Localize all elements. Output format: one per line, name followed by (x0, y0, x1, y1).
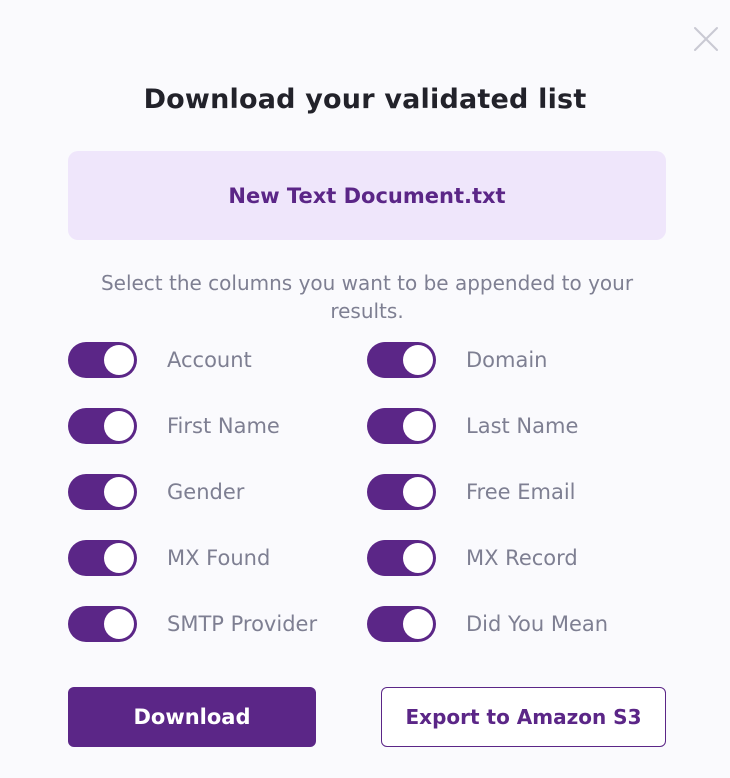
toggle-domain[interactable] (367, 342, 436, 378)
toggle-last-name[interactable] (367, 408, 436, 444)
toggle-knob (403, 345, 433, 375)
download-modal: Download your validated list New Text Do… (0, 0, 730, 778)
toggle-label-did-you-mean: Did You Mean (466, 612, 609, 636)
toggle-label-mx-found: MX Found (167, 546, 271, 570)
file-name-box: New Text Document.txt (68, 151, 666, 240)
modal-title: Download your validated list (143, 84, 587, 115)
toggle-mx-found[interactable] (68, 540, 137, 576)
toggle-gender[interactable] (68, 474, 137, 510)
toggle-row-account: Account (68, 342, 252, 378)
toggle-did-you-mean[interactable] (367, 606, 436, 642)
toggle-row-free-email: Free Email (367, 474, 576, 510)
toggle-label-first-name: First Name (167, 414, 280, 438)
toggle-mx-record[interactable] (367, 540, 436, 576)
toggle-knob (104, 543, 134, 573)
toggle-row-first-name: First Name (68, 408, 280, 444)
file-name: New Text Document.txt (228, 183, 506, 208)
toggle-knob (403, 543, 433, 573)
toggle-knob (104, 609, 134, 639)
toggle-row-gender: Gender (68, 474, 244, 510)
toggle-account[interactable] (68, 342, 137, 378)
toggle-knob (104, 411, 134, 441)
toggle-row-mx-record: MX Record (367, 540, 578, 576)
toggle-knob (104, 477, 134, 507)
toggle-smtp-provider[interactable] (68, 606, 137, 642)
toggle-knob (403, 477, 433, 507)
toggle-free-email[interactable] (367, 474, 436, 510)
toggle-row-domain: Domain (367, 342, 548, 378)
toggle-label-account: Account (167, 348, 252, 372)
toggle-knob (403, 411, 433, 441)
toggle-row-last-name: Last Name (367, 408, 578, 444)
toggle-first-name[interactable] (68, 408, 137, 444)
toggle-label-mx-record: MX Record (466, 546, 578, 570)
toggle-knob (403, 609, 433, 639)
toggle-row-mx-found: MX Found (68, 540, 270, 576)
toggle-label-domain: Domain (466, 348, 548, 372)
close-button[interactable] (692, 25, 720, 53)
toggle-knob (104, 345, 134, 375)
toggle-label-last-name: Last Name (466, 414, 579, 438)
toggle-row-did-you-mean: Did You Mean (367, 606, 608, 642)
toggle-label-gender: Gender (167, 480, 245, 504)
export-to-s3-button[interactable]: Export to Amazon S3 (381, 687, 666, 747)
toggle-label-smtp-provider: SMTP Provider (167, 612, 318, 636)
close-icon (694, 27, 718, 51)
toggle-row-smtp-provider: SMTP Provider (68, 606, 317, 642)
toggle-label-free-email: Free Email (466, 480, 576, 504)
download-button[interactable]: Download (68, 687, 316, 747)
instructions-text: Select the columns you want to be append… (100, 271, 634, 323)
